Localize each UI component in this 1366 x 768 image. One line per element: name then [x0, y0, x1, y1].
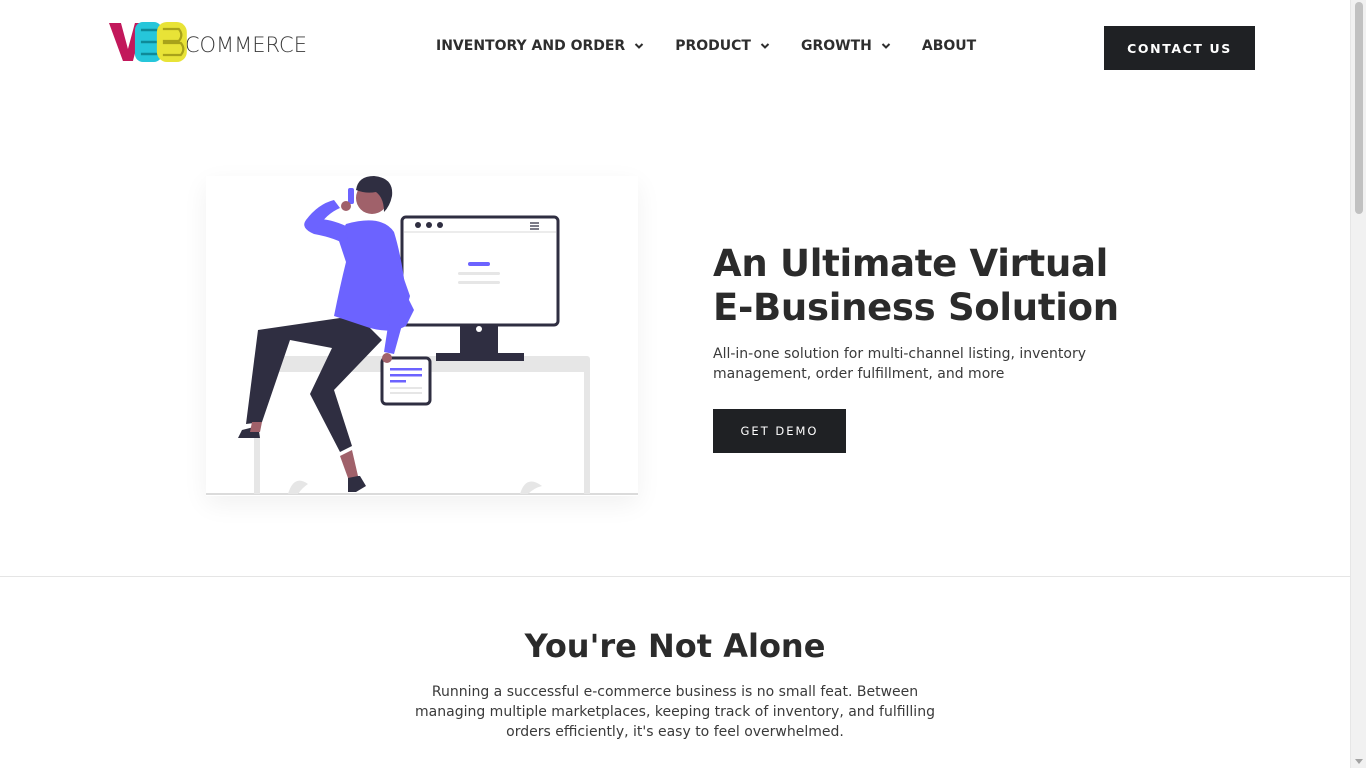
contact-us-button[interactable]: CONTACT US — [1104, 26, 1255, 70]
scrollbar-thumb[interactable] — [1355, 2, 1363, 214]
chevron-down-icon — [635, 43, 644, 49]
nav-item-label: ABOUT — [921, 38, 977, 54]
nav-item-about[interactable]: ABOUT — [922, 38, 976, 54]
nav-item-growth[interactable]: GROWTH — [801, 38, 891, 54]
hero-title: An Ultimate Virtual E-Business Solution — [713, 242, 1153, 330]
logo[interactable]: COMMERCE — [107, 18, 307, 66]
hero-subtitle: All-in-one solution for multi-channel li… — [713, 346, 1086, 382]
section-title: You're Not Alone — [524, 627, 826, 665]
hero-illustration — [206, 176, 638, 496]
page-scrollbar[interactable] — [1350, 0, 1366, 768]
nav-item-inventory-and-order[interactable]: INVENTORY AND ORDER — [436, 38, 644, 54]
person-at-desk-illustration — [206, 176, 638, 495]
main-nav: INVENTORY AND ORDER PRODUCT GROWTH ABOUT — [436, 38, 976, 54]
nav-item-label: INVENTORY AND ORDER — [436, 38, 626, 54]
chevron-down-icon — [881, 43, 891, 49]
get-demo-button[interactable]: GET DEMO — [713, 409, 846, 453]
scroll-down-arrow-icon[interactable] — [1355, 759, 1363, 764]
hero-title-line-1: An Ultimate Virtual — [713, 242, 1109, 285]
section-divider — [0, 576, 1350, 577]
nav-item-label: PRODUCT — [675, 38, 751, 54]
chevron-down-icon — [760, 43, 770, 49]
hero-title-line-2: E-Business Solution — [713, 286, 1119, 329]
nav-item-label: GROWTH — [800, 38, 872, 54]
hero-content: An Ultimate Virtual E-Business Solution … — [713, 242, 1153, 453]
logo-mark-icon — [108, 22, 187, 62]
section-text: Running a successful e-commerce business… — [415, 684, 935, 740]
nav-item-product[interactable]: PRODUCT — [675, 38, 770, 54]
logo-wordmark: COMMERCE — [184, 33, 307, 57]
site-header: COMMERCE INVENTORY AND ORDER PRODUCT GRO… — [0, 0, 1350, 96]
